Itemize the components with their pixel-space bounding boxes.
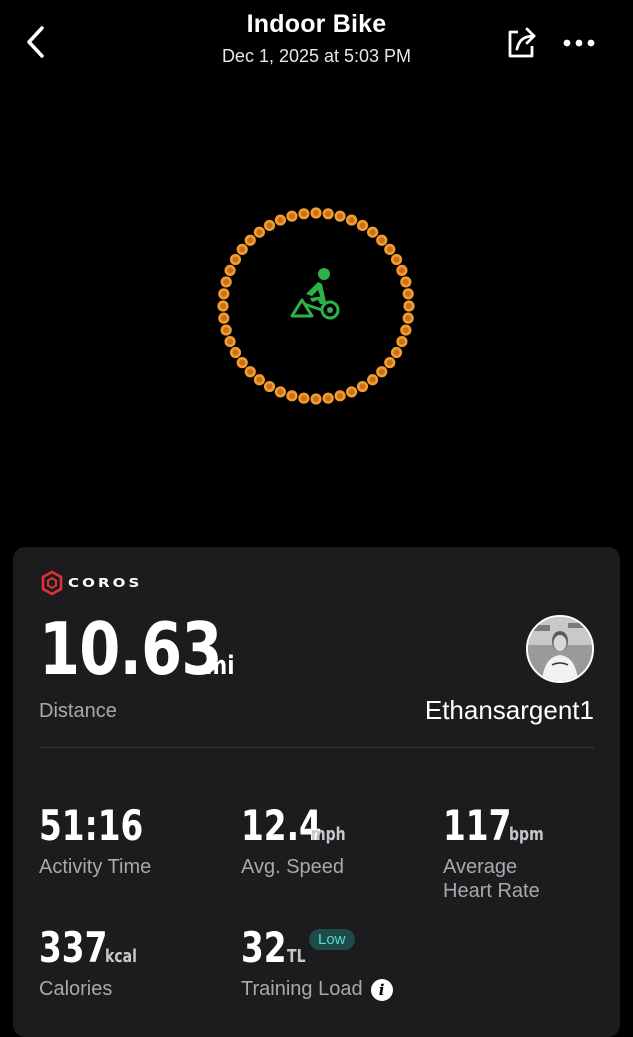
heart-rate-value: 117: [443, 801, 512, 850]
calories-value: 337: [39, 923, 108, 972]
ring-dot-center: [369, 229, 376, 236]
ring-dot-center: [386, 246, 393, 253]
ring-dot-center: [277, 388, 284, 395]
ring-dot-center: [239, 359, 246, 366]
ring-dot-center: [256, 229, 263, 236]
avg-speed-value: 12.4: [241, 801, 322, 850]
ring-dot-center: [223, 327, 230, 334]
avatar[interactable]: [526, 615, 594, 683]
brand-name: COROS: [68, 576, 143, 590]
ring-dot-center: [369, 376, 376, 383]
ring-dot-center: [220, 290, 227, 297]
ring-dot-center: [402, 278, 409, 285]
ring-dot-center: [325, 210, 332, 217]
ring-dot-center: [378, 368, 385, 375]
ring-dot-center: [223, 278, 230, 285]
training-load-label-row: Training Load i: [241, 977, 393, 1001]
avg-speed-stat: 12.4 mph Avg. Speed: [241, 805, 355, 879]
ring-dot-center: [220, 303, 226, 309]
ring-dot-center: [359, 222, 366, 229]
activity-ring: [200, 190, 432, 422]
ring-dot-center: [277, 217, 284, 224]
heart-rate-unit: bpm: [509, 824, 544, 845]
training-load-stat: 32 TL Low Training Load i: [241, 927, 393, 1001]
ring-dot-center: [398, 267, 405, 274]
calories-stat: 337 kcal Calories: [39, 927, 146, 1001]
coros-logo-icon: [41, 570, 63, 596]
training-load-label: Training Load: [241, 978, 363, 1000]
ring-dot-center: [239, 246, 246, 253]
user-photo: [528, 617, 592, 681]
ring-dot-center: [348, 388, 355, 395]
top-bar: Indoor Bike Dec 1, 2025 at 5:03 PM: [0, 0, 633, 80]
ring-dot-center: [313, 396, 319, 402]
ring-dot-center: [393, 256, 400, 263]
ring-dot-center: [300, 395, 307, 402]
activity-time-value: 51:16: [39, 801, 144, 850]
ring-dot-center: [266, 222, 273, 229]
ring-dot-center: [398, 338, 405, 345]
training-load-unit: TL: [287, 946, 306, 967]
distance-value: 10.63: [39, 607, 222, 691]
activity-summary-card: COROS 10.63 mi Distance Ethansargent1 51…: [13, 547, 620, 1037]
calories-label: Calories: [39, 978, 113, 1000]
ring-dot-center: [256, 376, 263, 383]
divider: [39, 747, 594, 748]
ring-dot-center: [247, 368, 254, 375]
ring-dot-center: [300, 210, 307, 217]
ring-dot-center: [325, 395, 332, 402]
indoor-bike-icon: [290, 268, 340, 320]
ring-dot-center: [220, 315, 227, 322]
distance-unit: mi: [205, 651, 235, 681]
training-load-badge: Low: [309, 929, 355, 950]
avg-speed-label: Avg. Speed: [241, 856, 345, 878]
ring-dot-center: [232, 349, 239, 356]
ring-dot-center: [402, 327, 409, 334]
ring-dot-center: [405, 290, 412, 297]
ring-dot-center: [313, 210, 319, 216]
ring-dot-center: [359, 383, 366, 390]
ring-dot-center: [393, 349, 400, 356]
dotted-ring: [217, 207, 415, 405]
brand-logo: COROS: [40, 569, 139, 597]
ring-dot-center: [337, 213, 344, 220]
training-load-value: 32: [241, 923, 287, 972]
heart-rate-label: Average Heart Rate: [443, 855, 554, 903]
share-button[interactable]: [502, 24, 540, 62]
ring-dot-center: [288, 213, 295, 220]
ring-dot-center: [227, 338, 234, 345]
ring-dot-center: [227, 267, 234, 274]
more-options-button[interactable]: [560, 26, 598, 60]
ring-dot-center: [378, 237, 385, 244]
activity-time-stat: 51:16 Activity Time: [39, 805, 173, 879]
ring-dot-center: [232, 256, 239, 263]
heart-rate-label-line1: Average: [443, 856, 518, 878]
ring-dot-center: [266, 383, 273, 390]
avg-speed-unit: mph: [311, 824, 346, 845]
heart-rate-label-line2: Heart Rate: [443, 880, 540, 902]
distance-label: Distance: [39, 700, 117, 722]
ring-dot-center: [405, 315, 412, 322]
more-horizontal-icon: [563, 39, 595, 47]
info-icon[interactable]: i: [370, 978, 393, 1001]
ring-dot-center: [406, 303, 412, 309]
activity-time-label: Activity Time: [39, 856, 152, 878]
share-icon: [508, 27, 536, 58]
ring-dot-center: [348, 217, 355, 224]
ring-dot-center: [337, 392, 344, 399]
ring-dot-center: [386, 359, 393, 366]
avg-heart-rate-stat: 117 bpm Average Heart Rate: [443, 805, 554, 903]
ring-dot-center: [288, 392, 295, 399]
calories-unit: kcal: [105, 946, 137, 967]
distance-metric: 10.63 mi: [39, 613, 241, 685]
ring-dot-center: [247, 237, 254, 244]
username[interactable]: Ethansargent1: [425, 695, 594, 726]
